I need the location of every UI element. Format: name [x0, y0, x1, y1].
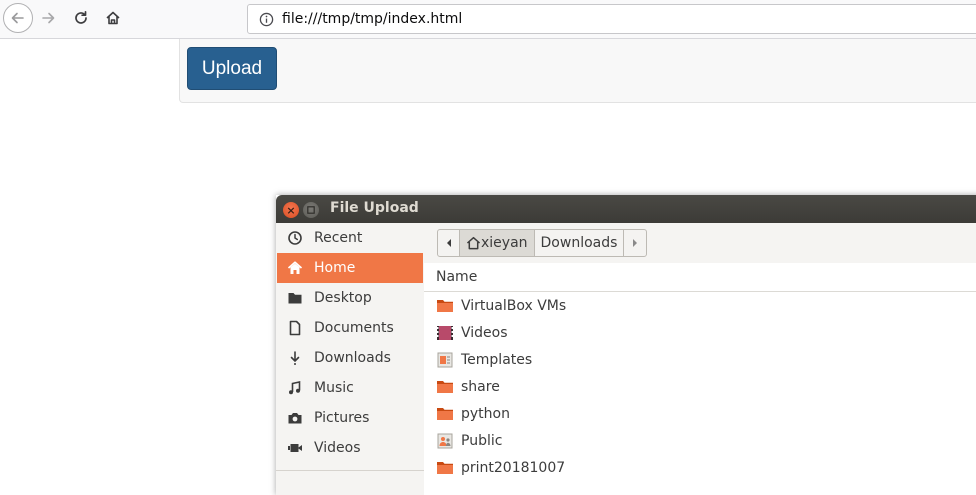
list-item[interactable]: Public	[424, 427, 976, 454]
reload-button[interactable]	[67, 4, 95, 32]
place-label: Pictures	[314, 410, 370, 426]
home-icon	[106, 11, 120, 25]
file-name: Templates	[461, 351, 533, 368]
name-column-header[interactable]: Name	[424, 263, 976, 292]
video-camera-icon	[286, 439, 304, 457]
place-label: Home	[314, 260, 356, 276]
place-recent[interactable]: Recent	[277, 223, 423, 253]
triangle-left-icon	[446, 239, 451, 247]
breadcrumb: xieyan Downloads	[437, 229, 648, 257]
home-icon	[286, 259, 304, 277]
place-label: Desktop	[314, 290, 372, 306]
file-name: Public	[461, 432, 503, 449]
places-divider	[276, 470, 424, 471]
column-header-label: Name	[436, 269, 478, 285]
templates-folder-icon	[437, 352, 453, 367]
music-note-icon	[286, 379, 304, 397]
place-music[interactable]: Music	[277, 373, 423, 403]
list-item[interactable]: share	[424, 373, 976, 400]
file-list: Name VirtualBox VMs Videos Templates sha…	[424, 263, 976, 495]
place-desktop[interactable]: Desktop	[277, 283, 423, 313]
list-item[interactable]: python	[424, 400, 976, 427]
download-icon	[286, 349, 304, 367]
place-label: Videos	[314, 440, 361, 456]
home-button[interactable]	[99, 4, 127, 32]
public-folder-icon	[437, 433, 453, 448]
list-item[interactable]: Templates	[424, 346, 976, 373]
forward-button[interactable]	[34, 4, 62, 32]
breadcrumb-current-label: Downloads	[540, 235, 618, 251]
upload-button[interactable]: Upload	[187, 47, 277, 90]
breadcrumb-forward-button[interactable]	[624, 230, 646, 256]
list-item[interactable]: VirtualBox VMs	[424, 292, 976, 319]
url-text: file:///tmp/tmp/index.html	[282, 11, 463, 27]
close-icon[interactable]: ×	[283, 202, 299, 218]
place-downloads[interactable]: Downloads	[277, 343, 423, 373]
clock-icon	[286, 229, 304, 247]
breadcrumb-current-button[interactable]: Downloads	[535, 230, 625, 256]
place-label: Recent	[314, 230, 363, 246]
triangle-right-icon	[633, 239, 638, 247]
places-sidebar: Recent Home Desktop Documents Downloads	[276, 223, 425, 495]
place-pictures[interactable]: Pictures	[277, 403, 423, 433]
file-name: VirtualBox VMs	[461, 297, 567, 314]
place-videos[interactable]: Videos	[277, 433, 423, 463]
dialog-title: File Upload	[330, 200, 419, 216]
dialog-titlebar: × File Upload	[276, 195, 976, 223]
place-label: Music	[314, 380, 354, 396]
info-icon[interactable]	[256, 12, 276, 27]
breadcrumb-home-label: xieyan	[481, 235, 528, 251]
back-button[interactable]	[3, 3, 33, 33]
file-name: share	[461, 378, 500, 395]
desktop-folder-icon	[286, 289, 304, 307]
camera-icon	[286, 409, 304, 427]
document-icon	[286, 319, 304, 337]
place-label: Documents	[314, 320, 394, 336]
browser-toolbar: file:///tmp/tmp/index.html	[0, 0, 976, 39]
list-item[interactable]: print20181007	[424, 454, 976, 481]
place-documents[interactable]: Documents	[277, 313, 423, 343]
maximize-icon[interactable]	[303, 202, 319, 218]
reload-icon	[75, 10, 87, 24]
file-upload-dialog: × File Upload Recent Home Desktop Docume…	[276, 195, 976, 495]
address-bar[interactable]: file:///tmp/tmp/index.html	[247, 4, 976, 34]
folder-icon	[437, 299, 453, 312]
place-label: Downloads	[314, 350, 391, 366]
folder-icon	[437, 407, 453, 420]
file-name: Videos	[461, 324, 508, 341]
path-bar: xieyan Downloads	[424, 223, 976, 263]
breadcrumb-back-button[interactable]	[438, 230, 460, 256]
breadcrumb-home-button[interactable]: xieyan	[460, 230, 535, 256]
file-name: print20181007	[461, 459, 566, 476]
folder-icon	[437, 380, 453, 393]
place-home[interactable]: Home	[277, 253, 423, 283]
page-panel	[179, 39, 976, 103]
videos-folder-icon	[437, 325, 453, 340]
forward-arrow-icon	[42, 12, 55, 24]
back-arrow-icon	[11, 12, 24, 24]
list-item[interactable]: Videos	[424, 319, 976, 346]
folder-icon	[437, 461, 453, 474]
home-icon	[466, 236, 481, 250]
file-name: python	[461, 405, 510, 422]
